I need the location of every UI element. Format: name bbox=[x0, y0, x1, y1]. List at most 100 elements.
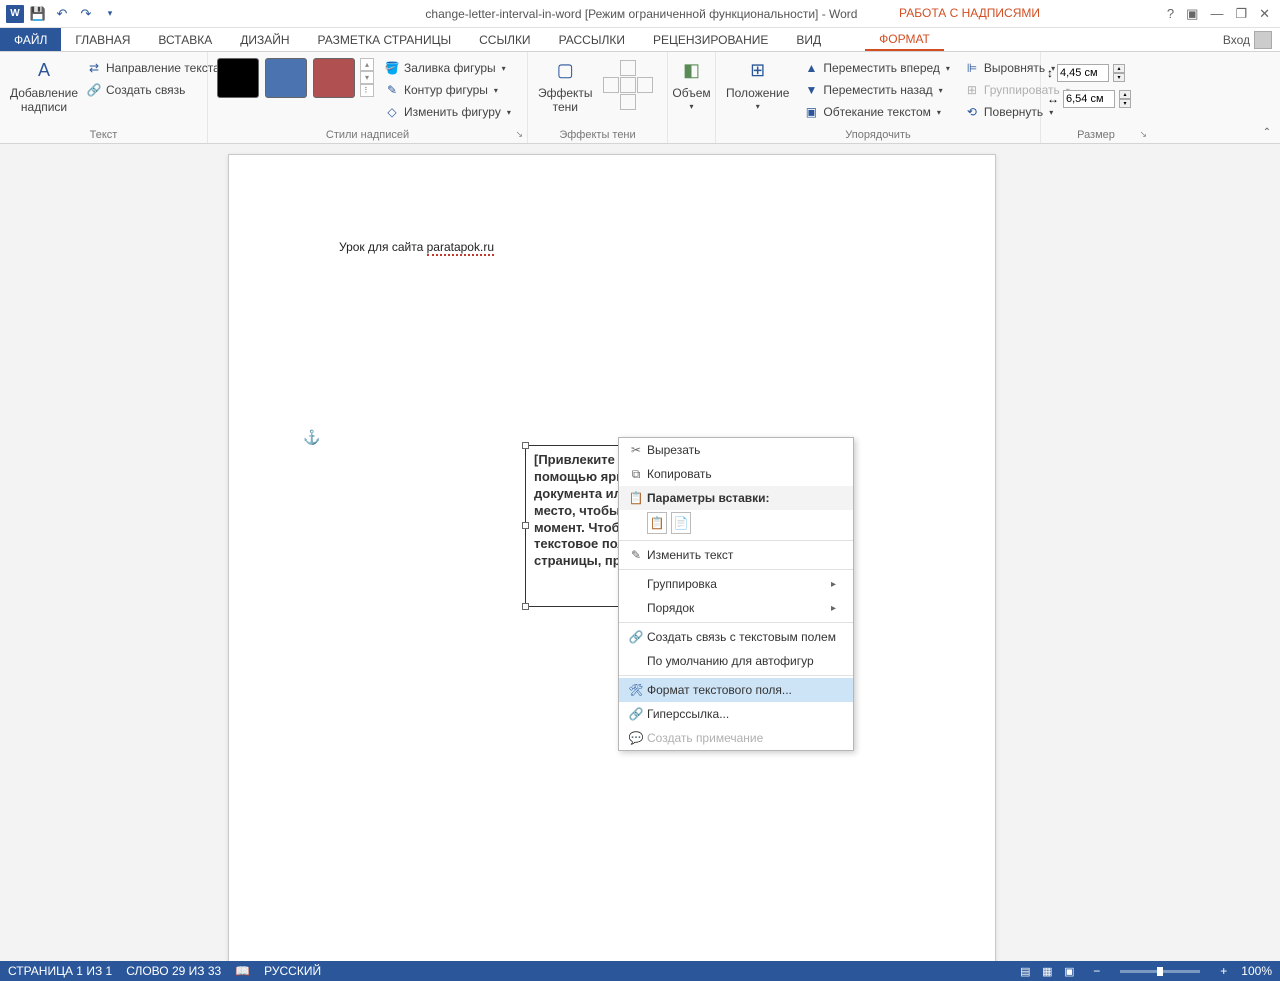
group-shadow: ▢ Эффекты тени Эффекты тени bbox=[528, 52, 668, 143]
menu-hyperlink[interactable]: 🔗Гиперссылка... bbox=[619, 702, 853, 726]
tab-file[interactable]: ФАЙЛ bbox=[0, 28, 61, 51]
menu-cut[interactable]: ✂Вырезать bbox=[619, 438, 853, 462]
wrap-text-button[interactable]: ▣Обтекание текстом▾ bbox=[799, 102, 954, 122]
status-bar: СТРАНИЦА 1 ИЗ 1 СЛОВО 29 ИЗ 33 📖 РУССКИЙ… bbox=[0, 961, 1280, 981]
nudge-down-icon[interactable] bbox=[620, 94, 636, 110]
page[interactable]: Урок для сайта paratapok.ru ⚓ [Привлекит… bbox=[228, 154, 996, 961]
restore-icon[interactable]: ❐ bbox=[1235, 6, 1247, 22]
size-launcher-icon[interactable]: ↘ bbox=[1139, 129, 1147, 140]
save-icon[interactable]: 💾 bbox=[28, 4, 48, 24]
zoom-in-icon[interactable]: + bbox=[1220, 964, 1227, 978]
status-words[interactable]: СЛОВО 29 ИЗ 33 bbox=[126, 964, 221, 978]
view-read-icon[interactable]: ▤ bbox=[1015, 963, 1035, 979]
position-button[interactable]: ⊞ Положение ▾ bbox=[722, 54, 793, 124]
tab-review[interactable]: РЕЦЕНЗИРОВАНИЕ bbox=[639, 28, 782, 51]
nudge-up-icon[interactable] bbox=[620, 60, 636, 76]
menu-format-textbox[interactable]: 🛠Формат текстового поля... bbox=[619, 678, 853, 702]
add-textbox-button[interactable]: A Добавление надписи bbox=[6, 54, 82, 124]
nudge-center-icon[interactable] bbox=[620, 77, 636, 93]
group-shadow-label: Эффекты тени bbox=[528, 129, 667, 141]
nudge-left-icon[interactable] bbox=[603, 77, 619, 93]
view-web-icon[interactable]: ▣ bbox=[1059, 963, 1079, 979]
menu-copy[interactable]: ⧉Копировать bbox=[619, 462, 853, 486]
menu-order[interactable]: Порядок▸ bbox=[619, 596, 853, 620]
submenu-arrow-icon: ▸ bbox=[831, 579, 843, 590]
align-icon: ⊫ bbox=[964, 60, 980, 76]
gallery-down-icon[interactable]: ▾ bbox=[360, 71, 374, 84]
help-icon[interactable]: ? bbox=[1167, 6, 1174, 21]
undo-icon[interactable]: ↶ bbox=[52, 4, 72, 24]
paste-option-2[interactable]: 📄 bbox=[671, 512, 691, 534]
height-up-icon[interactable]: ▴ bbox=[1113, 64, 1125, 73]
menu-default-autoshape[interactable]: По умолчанию для автофигур bbox=[619, 649, 853, 673]
edit-text-icon: ✎ bbox=[625, 548, 647, 562]
menu-edit-text[interactable]: ✎Изменить текст bbox=[619, 543, 853, 567]
tab-home[interactable]: ГЛАВНАЯ bbox=[61, 28, 144, 51]
close-icon[interactable]: ✕ bbox=[1259, 6, 1270, 22]
width-spinner[interactable]: ↔ ▴▾ bbox=[1047, 90, 1145, 108]
qat-more-icon[interactable]: ▾ bbox=[100, 4, 120, 24]
zoom-level[interactable]: 100% bbox=[1241, 964, 1272, 978]
create-link-button[interactable]: 🔗Создать связь bbox=[82, 80, 224, 100]
width-down-icon[interactable]: ▾ bbox=[1119, 99, 1131, 108]
changeshape-icon: ◇ bbox=[384, 104, 400, 120]
group-text-label: Текст bbox=[0, 129, 207, 141]
cut-icon: ✂ bbox=[625, 443, 647, 457]
minimize-icon[interactable]: — bbox=[1210, 6, 1223, 21]
gallery-more-icon[interactable]: ⠇ bbox=[360, 84, 374, 97]
fill-icon: 🪣 bbox=[384, 60, 400, 76]
shape-fill-button[interactable]: 🪣Заливка фигуры▾ bbox=[380, 58, 515, 78]
zoom-slider[interactable] bbox=[1120, 970, 1200, 973]
view-print-icon[interactable]: ▦ bbox=[1037, 963, 1057, 979]
3d-button[interactable]: ◧ Объем ▾ bbox=[674, 54, 709, 124]
zoom-out-icon[interactable]: − bbox=[1093, 964, 1100, 978]
send-backward-button[interactable]: ▼Переместить назад▾ bbox=[799, 80, 954, 100]
tab-insert[interactable]: ВСТАВКА bbox=[144, 28, 226, 51]
shape-outline-button[interactable]: ✎Контур фигуры▾ bbox=[380, 80, 515, 100]
style-swatch-black[interactable] bbox=[217, 58, 259, 98]
width-up-icon[interactable]: ▴ bbox=[1119, 90, 1131, 99]
style-swatch-blue[interactable] bbox=[265, 58, 307, 98]
handle-ml[interactable] bbox=[522, 522, 529, 529]
menu-create-note: 💬Создать примечание bbox=[619, 726, 853, 750]
status-page[interactable]: СТРАНИЦА 1 ИЗ 1 bbox=[8, 964, 112, 978]
paste-option-1[interactable]: 📋 bbox=[647, 512, 667, 534]
title-bar: W 💾 ↶ ↷ ▾ change-letter-interval-in-word… bbox=[0, 0, 1280, 28]
group-arrange: ⊞ Положение ▾ ▲Переместить вперед▾ ▼Пере… bbox=[716, 52, 1041, 143]
collapse-ribbon-icon[interactable]: ⌃ bbox=[1260, 125, 1274, 139]
tab-page-layout[interactable]: РАЗМЕТКА СТРАНИЦЫ bbox=[304, 28, 466, 51]
signin-area[interactable]: Вход bbox=[1215, 28, 1280, 51]
styles-launcher-icon[interactable]: ↘ bbox=[515, 129, 523, 140]
ribbon-options-icon[interactable]: ▣ bbox=[1186, 6, 1198, 22]
width-input[interactable] bbox=[1063, 90, 1115, 108]
position-icon: ⊞ bbox=[744, 56, 772, 84]
height-input[interactable] bbox=[1057, 64, 1109, 82]
document-heading[interactable]: Урок для сайта paratapok.ru bbox=[339, 230, 494, 258]
height-down-icon[interactable]: ▾ bbox=[1113, 73, 1125, 82]
zoom-thumb[interactable] bbox=[1157, 967, 1163, 976]
status-language[interactable]: РУССКИЙ bbox=[264, 964, 321, 978]
tab-format[interactable]: ФОРМАТ bbox=[865, 28, 944, 51]
text-direction-button[interactable]: ⇄Направление текста bbox=[82, 58, 224, 78]
tab-mailings[interactable]: РАССЫЛКИ bbox=[545, 28, 639, 51]
window-controls: ? ▣ — ❐ ✕ bbox=[1157, 6, 1280, 22]
menu-grouping[interactable]: Группировка▸ bbox=[619, 572, 853, 596]
handle-tl[interactable] bbox=[522, 442, 529, 449]
contextual-tab-title: РАБОТА С НАДПИСЯМИ bbox=[899, 6, 1040, 20]
change-shape-button[interactable]: ◇Изменить фигуру▾ bbox=[380, 102, 515, 122]
copy-icon: ⧉ bbox=[625, 467, 647, 482]
status-proofing-icon[interactable]: 📖 bbox=[235, 964, 250, 978]
style-swatch-red[interactable] bbox=[313, 58, 355, 98]
height-spinner[interactable]: ↕ ▴▾ bbox=[1047, 64, 1145, 82]
menu-create-link[interactable]: 🔗Создать связь с текстовым полем bbox=[619, 625, 853, 649]
tab-view[interactable]: ВИД bbox=[782, 28, 835, 51]
anchor-icon[interactable]: ⚓ bbox=[303, 429, 320, 446]
nudge-right-icon[interactable] bbox=[637, 77, 653, 93]
handle-bl[interactable] bbox=[522, 603, 529, 610]
shadow-effects-button[interactable]: ▢ Эффекты тени bbox=[534, 54, 597, 124]
redo-icon[interactable]: ↷ bbox=[76, 4, 96, 24]
tab-references[interactable]: ССЫЛКИ bbox=[465, 28, 544, 51]
gallery-up-icon[interactable]: ▴ bbox=[360, 58, 374, 71]
tab-design[interactable]: ДИЗАЙН bbox=[226, 28, 303, 51]
bring-forward-button[interactable]: ▲Переместить вперед▾ bbox=[799, 58, 954, 78]
